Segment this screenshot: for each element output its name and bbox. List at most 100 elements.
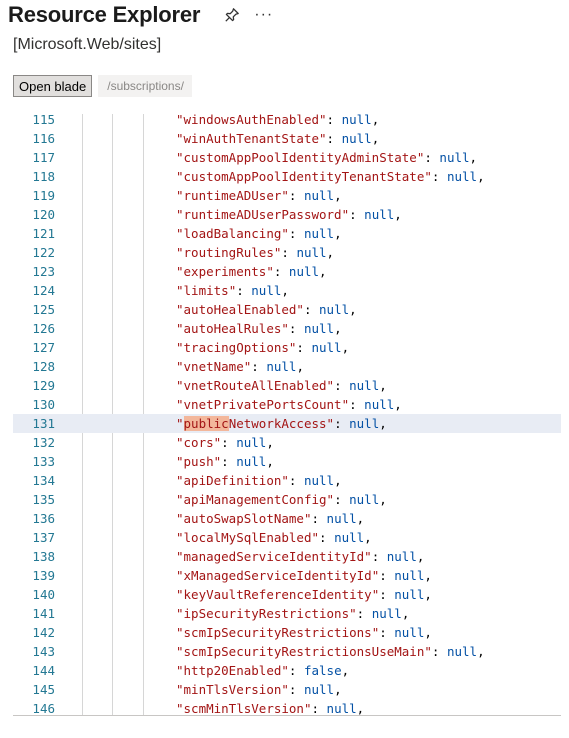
code-text: "routingRules": null, <box>176 245 335 260</box>
code-text: "experiments": null, <box>176 264 327 279</box>
code-line[interactable]: 129 "vnetRouteAllEnabled": null, <box>13 376 561 395</box>
resource-type-subtitle: [Microsoft.Web/sites] <box>13 36 162 53</box>
json-editor[interactable]: 115 "windowsAuthEnabled": null, 116 "winAut… <box>13 114 561 716</box>
line-number: 132 <box>32 435 55 450</box>
code-line[interactable]: 140 "keyVaultReferenceIdentity": null, <box>13 585 561 604</box>
json-value: null <box>326 701 357 716</box>
json-key: runtimeADUserPassword <box>183 207 342 222</box>
code-line[interactable]: 122 "routingRules": null, <box>13 243 561 262</box>
json-key: autoHealRules <box>183 321 282 336</box>
code-line[interactable]: 142 "scmIpSecurityRestrictions": null, <box>13 623 561 642</box>
code-line[interactable]: 138 "managedServiceIdentityId": null, <box>13 547 561 566</box>
code-line[interactable]: 124 "limits": null, <box>13 281 561 300</box>
json-key: scmIpSecurityRestrictionsUseMain <box>183 644 425 659</box>
code-text: "vnetPrivatePortsCount": null, <box>176 397 402 412</box>
code-text: "vnetRouteAllEnabled": null, <box>176 378 387 393</box>
code-line[interactable]: 143 "scmIpSecurityRestrictionsUseMain": n… <box>13 642 561 661</box>
toolbar: Open blade /subscriptions/ <box>13 75 193 97</box>
code-line[interactable]: 145 "minTlsVersion": null, <box>13 680 561 699</box>
json-value: null <box>394 587 425 602</box>
json-key: windowsAuthEnabled <box>183 114 319 127</box>
code-line[interactable]: 136 "autoSwapSlotName": null, <box>13 509 561 528</box>
json-value: null <box>288 264 320 279</box>
json-value: null <box>303 682 335 697</box>
code-text: "scmIpSecurityRestrictionsUseMain": null… <box>176 644 485 659</box>
json-key: apiDefinition <box>183 473 282 488</box>
json-key: scmIpSecurityRestrictions <box>183 625 372 640</box>
code-line[interactable]: 133 "push": null, <box>13 452 561 471</box>
code-line[interactable]: 130 "vnetPrivatePortsCount": null, <box>13 395 561 414</box>
code-line[interactable]: 144 "http20Enabled": false, <box>13 661 561 680</box>
code-line[interactable]: 127 "tracingOptions": null, <box>13 338 561 357</box>
code-line[interactable]: 134 "apiDefinition": null, <box>13 471 561 490</box>
code-text: "customAppPoolIdentityAdminState": null, <box>176 150 478 165</box>
json-key: routingRules <box>183 245 274 260</box>
json-value: null <box>341 114 372 127</box>
line-number: 135 <box>32 492 55 507</box>
json-value: null <box>303 188 335 203</box>
json-key: publicNetworkAccess <box>183 416 327 431</box>
code-text: "tracingOptions": null, <box>176 340 350 355</box>
code-text: "publicNetworkAccess": null, <box>176 416 387 431</box>
line-number: 139 <box>32 568 55 583</box>
code-line[interactable]: 125 "autoHealEnabled": null, <box>13 300 561 319</box>
code-line[interactable]: 135 "apiManagementConfig": null, <box>13 490 561 509</box>
json-value: null <box>341 131 372 146</box>
pin-icon[interactable] <box>224 7 240 23</box>
json-value: null <box>326 511 357 526</box>
code-text: "push": null, <box>176 454 274 469</box>
json-value: null <box>439 150 470 165</box>
code-line[interactable]: 117 "customAppPoolIdentityAdminState": nu… <box>13 148 561 167</box>
code-text: "scmIpSecurityRestrictions": null, <box>176 625 432 640</box>
more-options-icon[interactable]: ··· <box>254 6 273 24</box>
json-value: null <box>296 245 327 260</box>
code-line[interactable]: 115 "windowsAuthEnabled": null, <box>13 114 561 129</box>
code-text: "apiDefinition": null, <box>176 473 342 488</box>
json-value: null <box>349 416 380 431</box>
code-text: "keyVaultReferenceIdentity": null, <box>176 587 432 602</box>
json-key: autoSwapSlotName <box>183 511 304 526</box>
line-number: 118 <box>32 169 55 184</box>
code-line[interactable]: 118 "customAppPoolIdentityTenantState": n… <box>13 167 561 186</box>
search-match: public <box>183 416 229 431</box>
code-line[interactable]: 132 "cors": null, <box>13 433 561 452</box>
code-line[interactable]: 146 "scmMinTlsVersion": null, <box>13 699 561 716</box>
code-line[interactable]: 126 "autoHealRules": null, <box>13 319 561 338</box>
json-key: apiManagementConfig <box>183 492 327 507</box>
json-key: cors <box>183 435 214 450</box>
code-line[interactable]: 116 "winAuthTenantState": null, <box>13 129 561 148</box>
line-number: 119 <box>32 188 55 203</box>
json-value: null <box>334 530 365 545</box>
code-line[interactable]: 137 "localMySqlEnabled": null, <box>13 528 561 547</box>
code-text: "managedServiceIdentityId": null, <box>176 549 425 564</box>
json-key: minTlsVersion <box>183 682 282 697</box>
title-bar: Resource Explorer ··· <box>8 0 273 30</box>
code-line[interactable]: 120 "runtimeADUserPassword": null, <box>13 205 561 224</box>
resource-path-field[interactable]: /subscriptions/ <box>98 75 193 97</box>
line-number: 143 <box>32 644 55 659</box>
json-value: null <box>319 302 350 317</box>
json-key: push <box>183 454 214 469</box>
code-line[interactable]: 141 "ipSecurityRestrictions": null, <box>13 604 561 623</box>
json-value: null <box>236 435 267 450</box>
json-value: null <box>371 606 402 621</box>
code-line[interactable]: 121 "loadBalancing": null, <box>13 224 561 243</box>
json-key: vnetRouteAllEnabled <box>183 378 327 393</box>
json-key: customAppPoolIdentityAdminState <box>183 150 417 165</box>
code-line[interactable]: 139 "xManagedServiceIdentityId": null, <box>13 566 561 585</box>
json-value: null <box>303 321 335 336</box>
line-number: 133 <box>32 454 55 469</box>
code-line[interactable]: 123 "experiments": null, <box>13 262 561 281</box>
open-blade-button[interactable]: Open blade <box>13 75 93 97</box>
code-text: "scmMinTlsVersion": null, <box>176 701 365 716</box>
json-value: null <box>394 568 425 583</box>
code-line[interactable]: 131 "publicNetworkAccess": null, <box>13 414 561 433</box>
code-text: "winAuthTenantState": null, <box>176 131 380 146</box>
line-number: 129 <box>32 378 55 393</box>
json-value: false <box>303 663 342 678</box>
code-line[interactable]: 119 "runtimeADUser": null, <box>13 186 561 205</box>
code-line[interactable]: 128 "vnetName": null, <box>13 357 561 376</box>
json-key: limits <box>183 283 229 298</box>
line-number: 136 <box>32 511 55 526</box>
json-value: null <box>266 359 297 374</box>
